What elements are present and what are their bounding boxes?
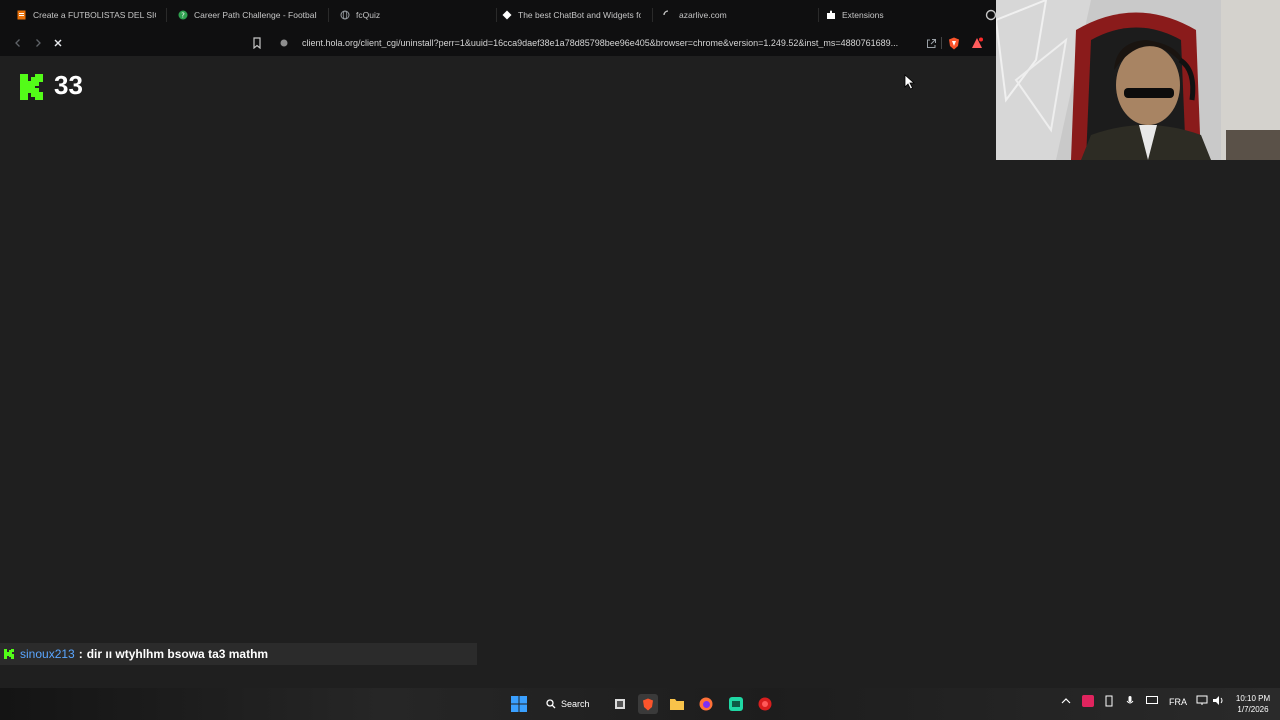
network-icon[interactable] — [1196, 695, 1208, 708]
tab-extensions[interactable]: Extensions — [819, 4, 979, 26]
clock-date: 1/7/2026 — [1237, 705, 1269, 714]
file-explorer-icon[interactable] — [667, 694, 687, 714]
show-hidden-icons[interactable] — [1061, 697, 1071, 707]
svg-text:?: ? — [181, 12, 185, 20]
globe-icon — [339, 10, 350, 21]
brave-shields-icon[interactable] — [946, 35, 962, 51]
green-circle-icon: ? — [177, 10, 188, 21]
puzzle-icon — [825, 10, 836, 21]
kick-badge-icon — [4, 649, 14, 659]
tab-title: Extensions — [842, 10, 884, 20]
brave-rewards-icon[interactable] — [969, 35, 985, 51]
document-icon — [16, 10, 27, 21]
url-text: client.hola.org/client_cgi/uninstall?per… — [302, 38, 899, 48]
chat-message-text: dir ıı wtyhlhm bsowa ta3 mathm — [86, 647, 269, 661]
viewer-count: 33 — [54, 70, 83, 100]
tab-fcquiz[interactable]: fcQuiz — [333, 4, 493, 26]
microphone-icon[interactable] — [1125, 695, 1135, 709]
tab-title: Career Path Challenge - Football Wi — [194, 10, 317, 20]
chat-separator: : — [78, 647, 83, 661]
app-green-icon[interactable] — [726, 694, 746, 714]
bookmark-icon[interactable] — [248, 34, 266, 52]
tab-career-path[interactable]: ? Career Path Challenge - Football Wi — [171, 4, 323, 26]
search-label: Search — [561, 699, 590, 709]
tab-title: azarlive.com — [679, 10, 727, 20]
volume-icon[interactable] — [1212, 695, 1224, 708]
stop-loading-button[interactable] — [49, 34, 67, 52]
task-view-icon[interactable] — [610, 694, 630, 714]
keyboard-icon[interactable] — [1146, 695, 1158, 707]
tab-futbolistas[interactable]: Create a FUTBOLISTAS DEL SIGLO Ti — [10, 4, 162, 26]
chat-message: sinoux213 : dir ıı wtyhlhm bsowa ta3 mat… — [0, 643, 477, 665]
tab-title: Create a FUTBOLISTAS DEL SIGLO Ti — [33, 10, 156, 20]
diamond-icon — [501, 10, 512, 21]
tab-strip: Create a FUTBOLISTAS DEL SIGLO Ti ? Care… — [0, 0, 997, 30]
webcam-overlay — [996, 0, 1280, 160]
brave-browser-icon[interactable] — [638, 694, 658, 714]
kick-logo-icon — [20, 74, 43, 100]
mouse-cursor-icon — [904, 74, 916, 90]
tray-app-icon[interactable] — [1082, 695, 1094, 709]
site-info-icon[interactable] — [278, 37, 290, 49]
chat-username[interactable]: sinoux213 — [20, 647, 75, 661]
firefox-icon[interactable] — [696, 694, 716, 714]
search-icon — [546, 699, 556, 709]
back-button[interactable] — [9, 34, 27, 52]
taskbar-search[interactable]: Search — [546, 694, 590, 714]
browser-toolbar: client.hola.org/client_cgi/uninstall?per… — [0, 30, 996, 56]
clock-time: 10:10 PM — [1235, 694, 1271, 703]
tab-chatbot[interactable]: The best ChatBot and Widgets for K — [495, 4, 647, 26]
system-clock[interactable]: 10:10 PM 1/7/2026 — [1228, 693, 1278, 715]
loading-icon — [662, 10, 673, 21]
tab-title: fcQuiz — [356, 10, 381, 20]
address-bar[interactable]: client.hola.org/client_cgi/uninstall?per… — [274, 33, 922, 53]
forward-button[interactable] — [29, 34, 47, 52]
tab-azarlive[interactable]: azarlive.com — [656, 4, 816, 26]
windows-taskbar: Search FRA 10:10 PM 1/7/2026 — [0, 688, 1280, 720]
tab-title: The best ChatBot and Widgets for K — [518, 10, 641, 20]
record-app-icon[interactable] — [755, 694, 775, 714]
usb-icon[interactable] — [1104, 695, 1114, 709]
language-indicator[interactable]: FRA — [1169, 697, 1187, 707]
start-button[interactable] — [509, 694, 529, 714]
share-icon[interactable] — [923, 35, 939, 51]
